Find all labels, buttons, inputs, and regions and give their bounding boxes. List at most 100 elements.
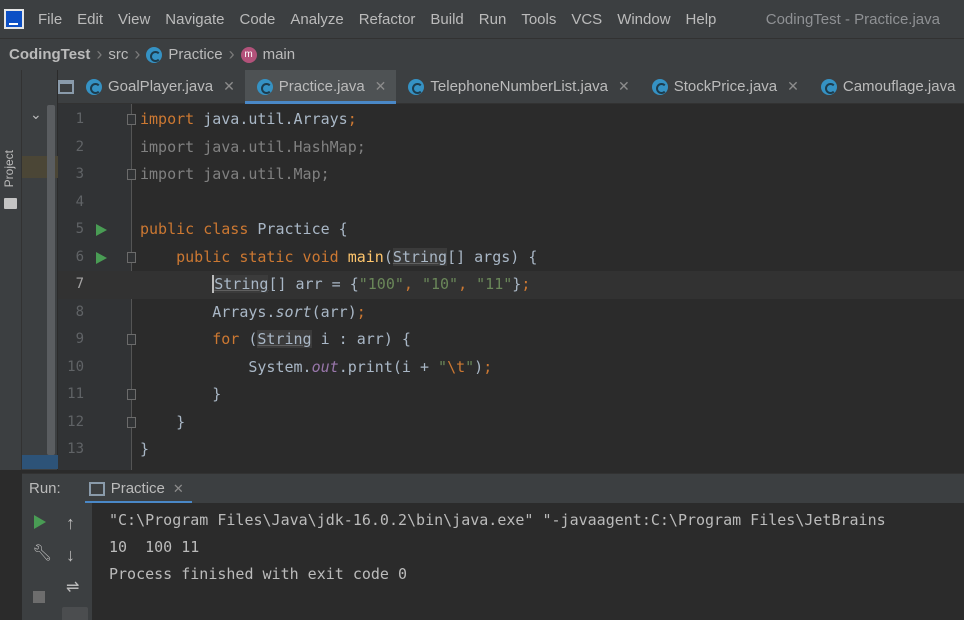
project-tool-button[interactable]: Project [2,150,16,187]
tab-stockprice[interactable]: StockPrice.java ✕ [640,70,809,103]
line-number: 3 [75,166,84,182]
editor-layout-icon[interactable] [58,70,74,103]
code-text: public static void main(String[] args) { [176,247,538,266]
tab-label: Camouflage.java [842,78,956,95]
code-editor[interactable]: 1 import java.util.Arrays; 2 import java… [58,104,964,470]
code-line[interactable]: 4 [58,189,964,217]
class-icon [86,78,102,95]
console-line-exit: Process finished with exit code 0 [109,565,408,583]
class-icon [820,78,837,95]
tab-label: TelephoneNumberList.java [430,78,609,95]
tab-label: GoalPlayer.java [108,78,214,95]
rerun-icon[interactable] [34,515,46,529]
menu-file[interactable]: File [38,11,62,28]
class-icon [651,78,668,95]
fold-marker-icon[interactable] [127,416,136,428]
line-number: 2 [75,138,84,155]
fold-marker-icon[interactable] [127,114,136,125]
close-icon[interactable]: ✕ [375,78,387,95]
console-output[interactable]: "C:\Program Files\Java\jdk-16.0.2\bin\ja… [92,503,964,620]
line-number: 4 [75,193,84,210]
menu-tools[interactable]: Tools [521,11,556,28]
close-icon[interactable]: ✕ [618,78,630,95]
intellij-logo-icon[interactable] [4,9,24,29]
breadcrumb-project[interactable]: CodingTest [9,46,90,63]
breadcrumb-folder[interactable]: src [108,46,128,63]
code-line-current[interactable]: 7 String[] arr = {"100", "10", "11"}; [58,271,964,299]
code-line[interactable]: 6 public static void main(String[] args)… [58,244,964,272]
code-line[interactable]: 3 import java.util.Map; [58,161,964,189]
menu-code[interactable]: Code [239,11,275,28]
code-text: import java.util.Map; [140,165,330,183]
menu-bar: File Edit View Navigate Code Analyze Ref… [0,0,964,38]
wrench-icon[interactable]: 🔧︎ [32,543,52,563]
code-text: import java.util.HashMap; [140,137,366,156]
close-icon[interactable]: ✕ [223,78,235,95]
class-icon [146,46,163,63]
line-number: 1 [75,111,84,127]
menu-view[interactable]: View [118,11,150,28]
code-line[interactable]: 9 for (String i : arr) { [58,326,964,354]
line-number: 10 [67,358,84,375]
fold-marker-icon[interactable] [127,251,136,263]
tab-practice[interactable]: Practice.java ✕ [244,70,397,104]
soft-wrap-icon[interactable]: ⇌ [66,577,79,597]
line-number: 6 [75,248,84,265]
code-line[interactable]: 10 System.out.print(i + "\t"); [58,354,964,382]
chevron-down-icon[interactable]: ⌄ [30,106,42,123]
code-line[interactable]: 1 import java.util.Arrays; [58,106,964,134]
code-text: import java.util.Arrays; [140,110,357,128]
menu-refactor[interactable]: Refactor [359,11,416,28]
breadcrumb-separator-icon: › [134,44,141,64]
code-text: public class Practice { [140,220,348,238]
arrow-down-icon[interactable]: ↓ [66,545,75,566]
menu-edit[interactable]: Edit [77,11,103,28]
close-icon[interactable]: ✕ [173,481,184,497]
tab-goalplayer[interactable]: GoalPlayer.java ✕ [74,70,245,103]
code-text: Arrays.sort(arr); [140,302,366,321]
project-scrollbar[interactable] [47,105,55,455]
tab-camouflage[interactable]: Camouflage.java ✕ [809,70,964,103]
arrow-up-icon[interactable]: ↑ [66,513,75,534]
code-line[interactable]: 2 import java.util.HashMap; [58,134,964,162]
breadcrumb-separator-icon: › [96,44,103,64]
run-main-icon[interactable] [96,251,107,264]
tab-telephonenumberlist[interactable]: TelephoneNumberList.java ✕ [396,70,639,103]
fold-marker-icon[interactable] [127,169,136,180]
project-tree-row[interactable] [22,455,58,469]
line-number: 9 [75,331,84,347]
code-line[interactable]: 11 } [58,381,964,409]
menu-build[interactable]: Build [430,11,463,28]
menu-help[interactable]: Help [686,11,717,28]
more-tools-icon[interactable] [62,607,88,620]
code-text: for (String i : arr) { [212,330,411,348]
fold-marker-icon[interactable] [127,334,136,345]
run-class-icon[interactable] [96,224,107,236]
window-title: CodingTest - Practice.java [765,10,940,28]
code-line[interactable]: 12 } [58,409,964,437]
fold-marker-icon[interactable] [127,389,136,400]
console-line-command: "C:\Program Files\Java\jdk-16.0.2\bin\ja… [109,511,886,529]
menu-analyze[interactable]: Analyze [290,11,343,28]
breadcrumb: CodingTest › src › Practice › m main [0,38,964,70]
line-number: 5 [75,221,84,237]
breadcrumb-method[interactable]: main [263,46,296,63]
code-text: } [140,412,186,431]
menu-navigate[interactable]: Navigate [165,11,224,28]
left-tool-strip: Project [0,70,22,470]
tab-label: StockPrice.java [673,78,778,95]
code-line[interactable]: 8 Arrays.sort(arr); [58,299,964,327]
class-icon [256,78,273,95]
line-number: 7 [75,276,84,292]
menu-vcs[interactable]: VCS [571,11,602,28]
menu-window[interactable]: Window [617,11,670,28]
class-icon [408,78,425,95]
code-line[interactable]: 13 } [58,436,964,464]
run-tab-practice[interactable]: Practice ✕ [84,474,192,504]
breadcrumb-class[interactable]: Practice [168,46,222,63]
code-line[interactable]: 5 public class Practice { [58,216,964,244]
menu-run[interactable]: Run [479,11,507,28]
stop-icon[interactable] [33,591,45,603]
line-number: 13 [67,441,84,457]
close-icon[interactable]: ✕ [787,78,799,95]
